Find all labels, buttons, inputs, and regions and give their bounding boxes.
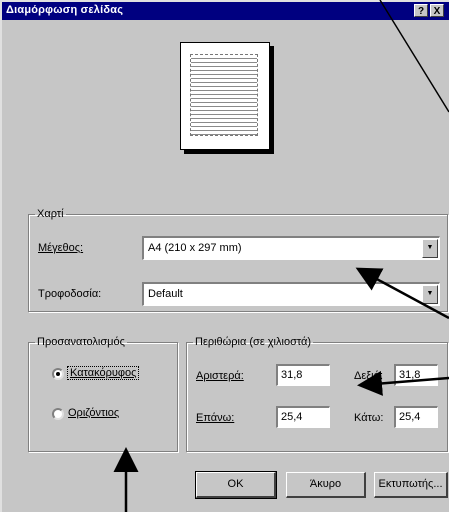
top-margin-label: Επάνω: [196,412,235,424]
bottom-margin-label: Κάτω: [354,412,384,424]
margins-group: Περιθώρια (σε χιλιοστά) [186,336,448,452]
margins-group-label: Περιθώρια (σε χιλιοστά) [195,336,312,348]
paper-source-value: Default [148,288,183,300]
help-button[interactable]: ? [414,4,428,17]
page-setup-dialog: Διαμόρφωση σελίδας ? X Χαρτί Μέγεθος: A4… [0,0,449,512]
paper-group-label: Χαρτί [37,208,64,220]
source-label: Τροφοδοσία: [38,288,102,300]
size-label: Μέγεθος: [38,242,84,254]
title-bar: Διαμόρφωση σελίδας ? X [2,2,449,20]
page-preview [180,42,270,150]
right-margin-input[interactable]: 31,8 [394,364,438,386]
bottom-margin-input[interactable]: 25,4 [394,406,438,428]
close-button[interactable]: X [430,4,444,17]
paper-source-select[interactable]: Default ▼ [142,282,440,306]
landscape-radio[interactable] [52,408,64,420]
printer-button[interactable]: Εκτυπωτής... [374,472,448,498]
page-preview-text-lines [190,54,258,136]
ok-button[interactable]: OK [195,471,277,499]
left-margin-input[interactable]: 31,8 [276,364,330,386]
orientation-group-label: Προσανατολισμός [37,336,125,348]
bottom-margin-value: 25,4 [399,411,421,423]
paper-size-select[interactable]: A4 (210 x 297 mm) ▼ [142,236,440,260]
chevron-down-icon[interactable]: ▼ [422,285,438,304]
portrait-label[interactable]: Κατακόρυφος [66,366,140,380]
left-margin-value: 31,8 [281,369,303,381]
right-margin-label: Δεξιά: [354,370,384,382]
chevron-down-icon[interactable]: ▼ [422,239,438,258]
landscape-label[interactable]: Οριζόντιος [68,407,119,419]
top-margin-input[interactable]: 25,4 [276,406,330,428]
orientation-group: Προσανατολισμός [28,336,178,452]
paper-size-value: A4 (210 x 297 mm) [148,242,242,254]
portrait-radio[interactable] [52,368,64,380]
left-margin-label: Αριστερά: [196,370,244,382]
window-title: Διαμόρφωση σελίδας [6,4,124,16]
right-margin-value: 31,8 [399,369,421,381]
cancel-button[interactable]: Άκυρο [286,472,366,498]
top-margin-value: 25,4 [281,411,303,423]
